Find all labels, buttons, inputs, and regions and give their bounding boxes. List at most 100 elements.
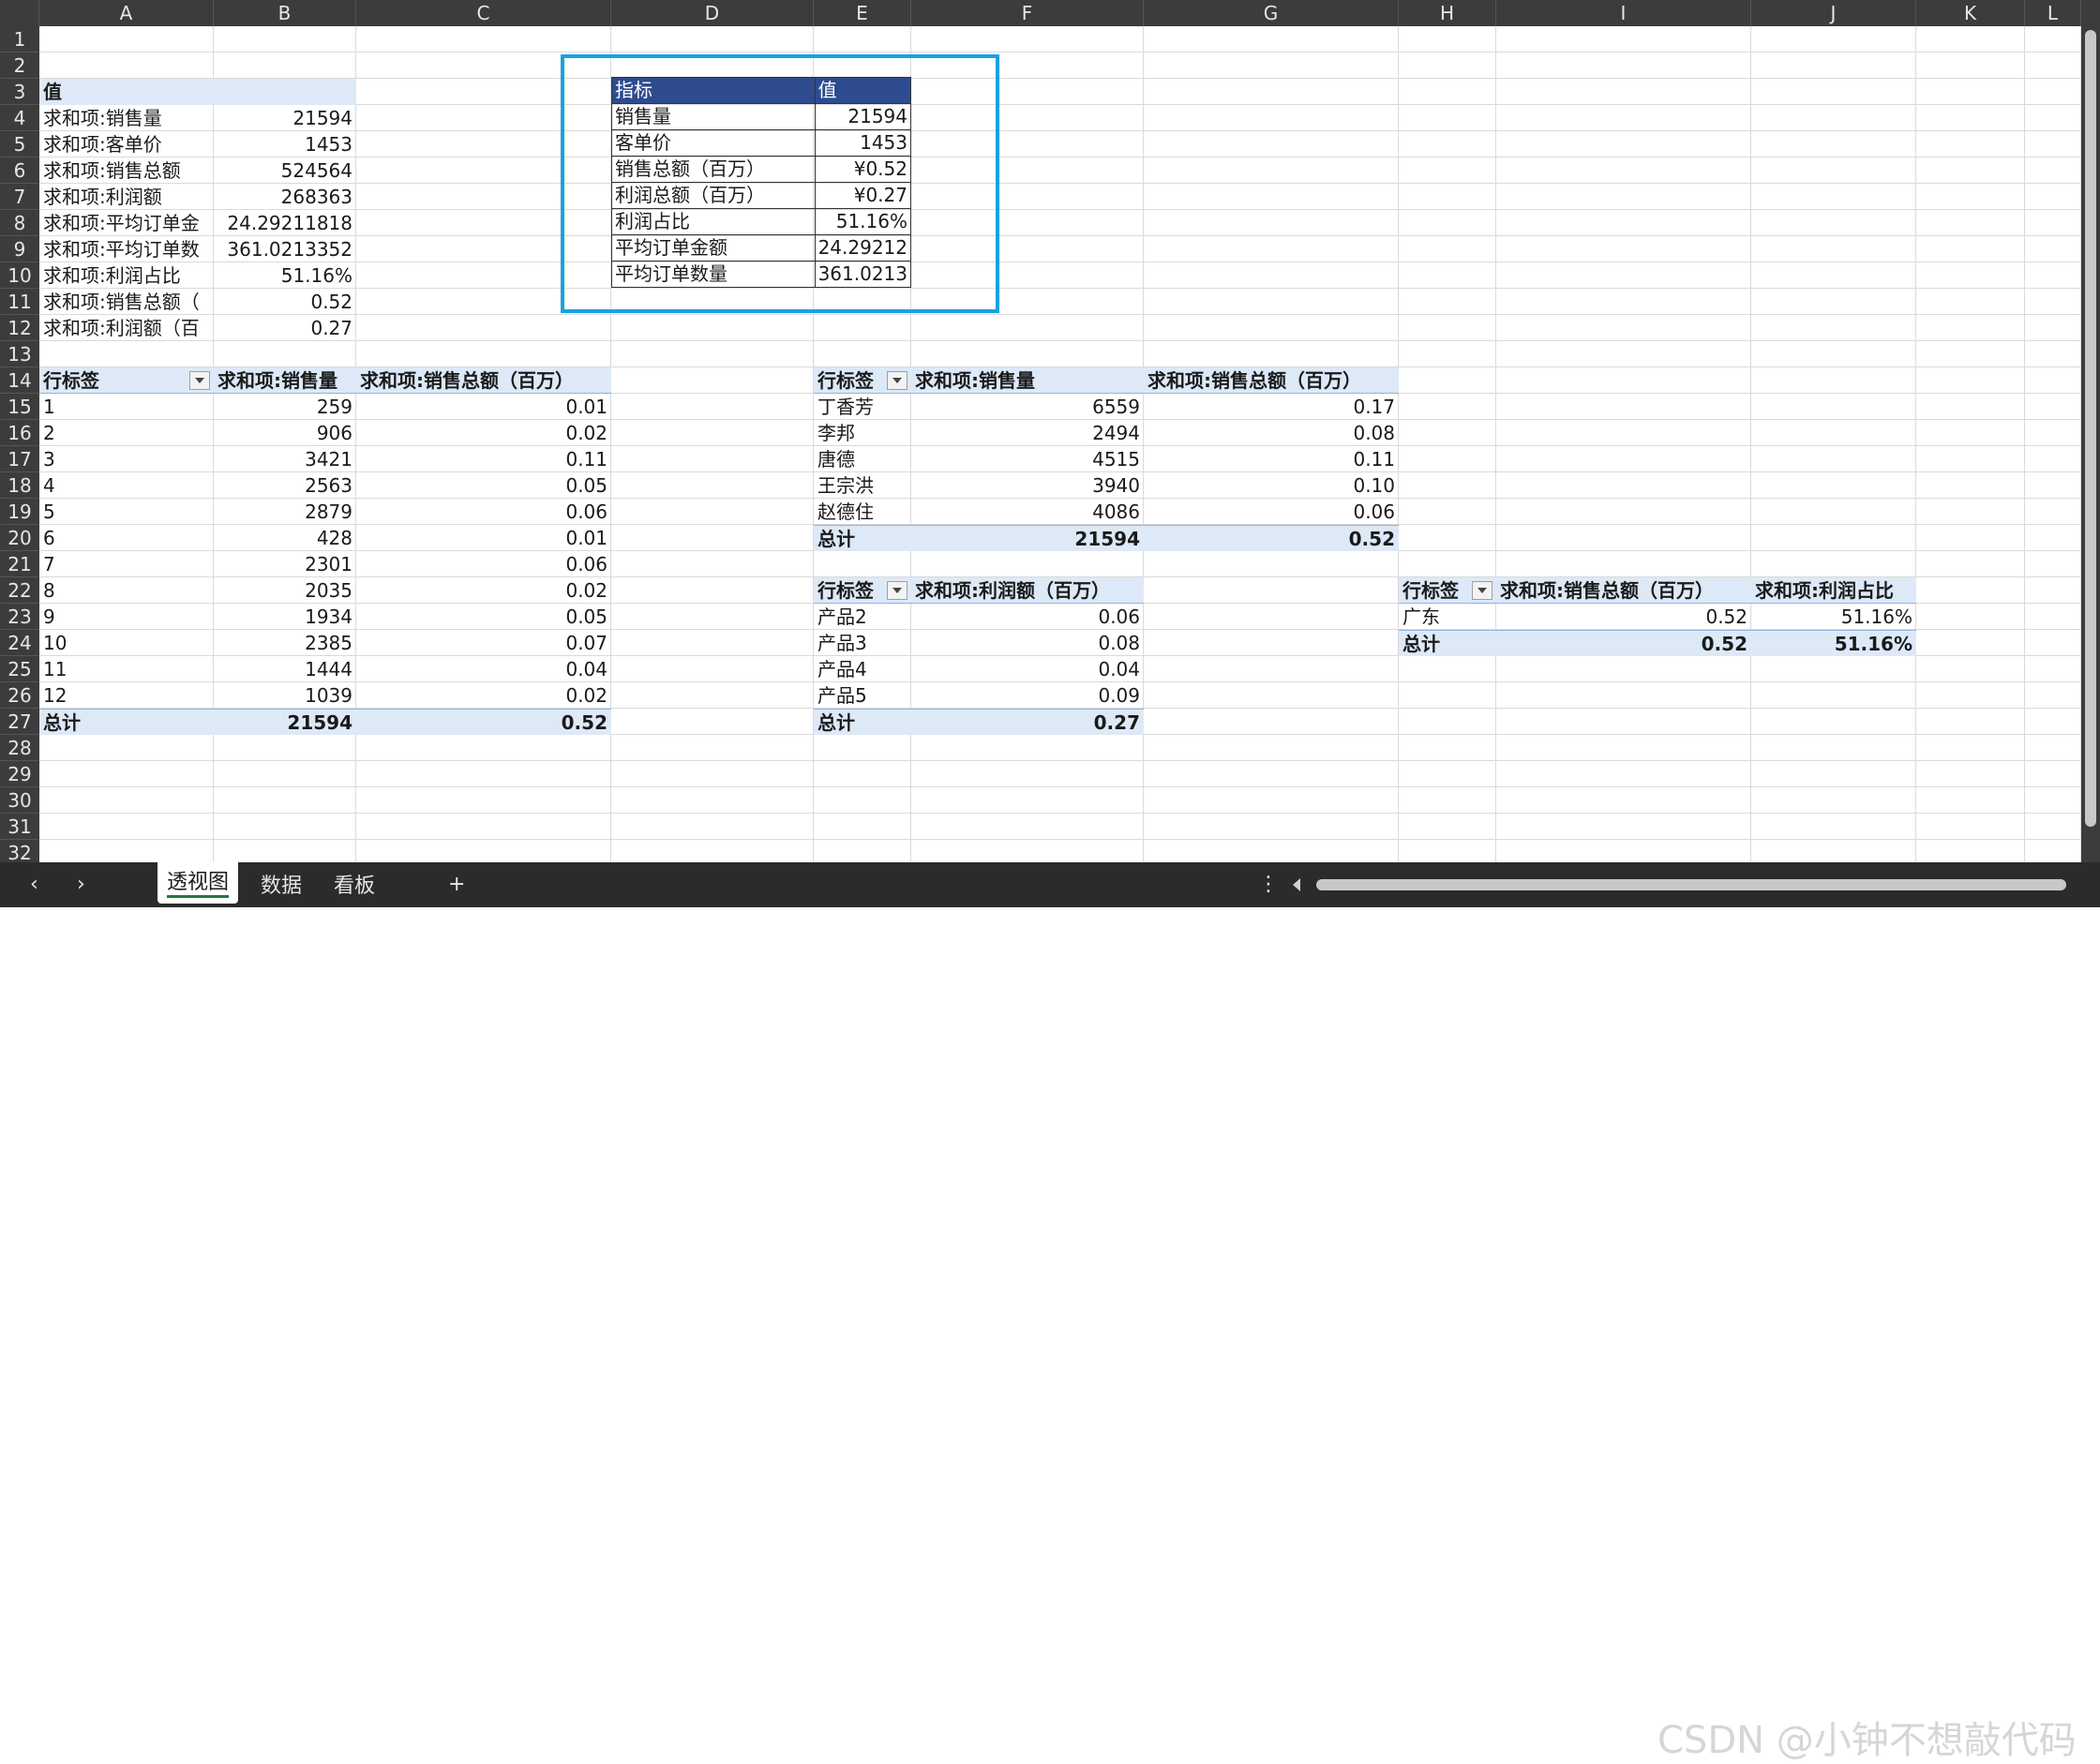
column-header-A[interactable]: A <box>39 0 214 26</box>
pivot-person-total-label[interactable]: 总计 <box>814 525 911 551</box>
prev-sheet-arrow-icon[interactable]: ‹ <box>30 870 38 900</box>
pivot-values-value[interactable]: 361.0213352 <box>214 236 356 262</box>
pivot-month-quantity[interactable]: 2035 <box>214 577 356 604</box>
row-header-22[interactable]: 22 <box>0 577 39 604</box>
vertical-scrollbar[interactable] <box>2081 26 2100 862</box>
row-header-31[interactable]: 31 <box>0 814 39 840</box>
pivot-person-row-label[interactable]: 赵德住 <box>814 499 911 525</box>
pivot-month-sales[interactable]: 0.07 <box>356 630 611 656</box>
pivot-month-row-label[interactable]: 5 <box>39 499 214 525</box>
pivot-product-total-label[interactable]: 总计 <box>814 709 911 735</box>
pivot-month-quantity[interactable]: 259 <box>214 394 356 420</box>
pivot-month-row-label[interactable]: 12 <box>39 682 214 709</box>
pivot-person-header-sales[interactable]: 求和项:销售总额（百万） <box>1144 367 1399 394</box>
pivot-month-total-label[interactable]: 总计 <box>39 709 214 735</box>
add-sheet-icon[interactable]: + <box>448 870 465 900</box>
tab-pivot[interactable]: 透视图 <box>158 862 239 904</box>
pivot-values-value[interactable]: 0.27 <box>214 315 356 341</box>
pivot-product-total-profit[interactable]: 0.27 <box>911 709 1144 735</box>
pivot-month-quantity[interactable]: 2301 <box>214 551 356 577</box>
row-header-25[interactable]: 25 <box>0 656 39 682</box>
row-header-9[interactable]: 9 <box>0 236 39 262</box>
pivot-region-total-profit-ratio[interactable]: 51.16% <box>1751 630 1916 656</box>
pivot-region-header-profit-ratio[interactable]: 求和项:利润占比 <box>1751 577 1916 604</box>
pivot-month-quantity[interactable]: 1444 <box>214 656 356 682</box>
pivot-person-total-quantity[interactable]: 21594 <box>911 525 1144 551</box>
row-header-24[interactable]: 24 <box>0 630 39 656</box>
row-header-3[interactable]: 3 <box>0 79 39 105</box>
pivot-month-quantity[interactable]: 2879 <box>214 499 356 525</box>
pivot-month-row-label[interactable]: 11 <box>39 656 214 682</box>
pivot-month-row-label[interactable]: 4 <box>39 472 214 499</box>
pivot-month-quantity[interactable]: 2563 <box>214 472 356 499</box>
pivot-values-label[interactable]: 求和项:利润额 <box>39 184 214 210</box>
pivot-values-value[interactable]: 524564 <box>214 157 356 184</box>
pivot-month-quantity[interactable]: 428 <box>214 525 356 551</box>
row-header-5[interactable]: 5 <box>0 131 39 157</box>
pivot-month-row-label[interactable]: 1 <box>39 394 214 420</box>
pivot-person-total-sales[interactable]: 0.52 <box>1144 525 1399 551</box>
pivot-person-quantity[interactable]: 2494 <box>911 420 1144 446</box>
pivot-month-row-label[interactable]: 7 <box>39 551 214 577</box>
pivot-month-total-quantity[interactable]: 21594 <box>214 709 356 735</box>
pivot-month-filter-button[interactable] <box>189 371 210 390</box>
row-header-29[interactable]: 29 <box>0 761 39 787</box>
pivot-product-profit[interactable]: 0.09 <box>911 682 1144 709</box>
pivot-values-header[interactable]: 值 <box>39 79 356 105</box>
pivot-values-value[interactable]: 51.16% <box>214 262 356 289</box>
row-header-26[interactable]: 26 <box>0 682 39 709</box>
pivot-product-profit[interactable]: 0.08 <box>911 630 1144 656</box>
pivot-month-sales[interactable]: 0.05 <box>356 472 611 499</box>
pivot-product-row-label[interactable]: 产品3 <box>814 630 911 656</box>
pivot-month-quantity[interactable]: 2385 <box>214 630 356 656</box>
pivot-person-sales[interactable]: 0.06 <box>1144 499 1399 525</box>
pivot-values-value[interactable]: 21594 <box>214 105 356 131</box>
pivot-month-header-sales[interactable]: 求和项:销售总额（百万） <box>356 367 611 394</box>
pivot-person-sales[interactable]: 0.08 <box>1144 420 1399 446</box>
next-sheet-arrow-icon[interactable]: › <box>77 870 85 900</box>
row-header-20[interactable]: 20 <box>0 525 39 551</box>
tab-dashboard[interactable]: 看板 <box>324 866 384 907</box>
column-header-B[interactable]: B <box>214 0 356 26</box>
row-header-8[interactable]: 8 <box>0 210 39 236</box>
row-header-30[interactable]: 30 <box>0 787 39 814</box>
tab-data[interactable]: 数据 <box>251 866 311 907</box>
pivot-person-header-quantity[interactable]: 求和项:销售量 <box>911 367 1144 394</box>
pivot-product-row-label[interactable]: 产品2 <box>814 604 911 630</box>
pivot-values-label[interactable]: 求和项:平均订单金 <box>39 210 214 236</box>
pivot-month-quantity[interactable]: 3421 <box>214 446 356 472</box>
row-header-7[interactable]: 7 <box>0 184 39 210</box>
pivot-month-sales[interactable]: 0.02 <box>356 420 611 446</box>
pivot-person-quantity[interactable]: 3940 <box>911 472 1144 499</box>
pivot-month-total-sales[interactable]: 0.52 <box>356 709 611 735</box>
pivot-month-sales[interactable]: 0.01 <box>356 525 611 551</box>
row-header-10[interactable]: 10 <box>0 262 39 289</box>
row-header-6[interactable]: 6 <box>0 157 39 184</box>
pivot-month-quantity[interactable]: 1039 <box>214 682 356 709</box>
row-header-32[interactable]: 32 <box>0 840 39 862</box>
pivot-product-profit[interactable]: 0.06 <box>911 604 1144 630</box>
pivot-month-sales[interactable]: 0.05 <box>356 604 611 630</box>
row-header-21[interactable]: 21 <box>0 551 39 577</box>
column-header-F[interactable]: F <box>911 0 1144 26</box>
pivot-month-sales[interactable]: 0.06 <box>356 551 611 577</box>
pivot-region-sales[interactable]: 0.52 <box>1496 604 1751 630</box>
row-header-15[interactable]: 15 <box>0 394 39 420</box>
pivot-region-header-sales[interactable]: 求和项:销售总额（百万） <box>1496 577 1751 604</box>
pivot-month-sales[interactable]: 0.02 <box>356 577 611 604</box>
pivot-month-sales[interactable]: 0.06 <box>356 499 611 525</box>
pivot-product-header-profit[interactable]: 求和项:利润额（百万） <box>911 577 1144 604</box>
row-header-12[interactable]: 12 <box>0 315 39 341</box>
pivot-month-row-label[interactable]: 8 <box>39 577 214 604</box>
pivot-values-label[interactable]: 求和项:销售总额 <box>39 157 214 184</box>
row-header-13[interactable]: 13 <box>0 341 39 367</box>
pivot-product-profit[interactable]: 0.04 <box>911 656 1144 682</box>
pivot-month-row-label[interactable]: 9 <box>39 604 214 630</box>
column-header-L[interactable]: L <box>2025 0 2081 26</box>
pivot-person-sales[interactable]: 0.17 <box>1144 394 1399 420</box>
pivot-values-value[interactable]: 0.52 <box>214 289 356 315</box>
column-header-H[interactable]: H <box>1399 0 1496 26</box>
pivot-product-filter-button[interactable] <box>887 581 908 600</box>
pivot-person-row-label[interactable]: 李邦 <box>814 420 911 446</box>
pivot-product-row-label[interactable]: 产品4 <box>814 656 911 682</box>
